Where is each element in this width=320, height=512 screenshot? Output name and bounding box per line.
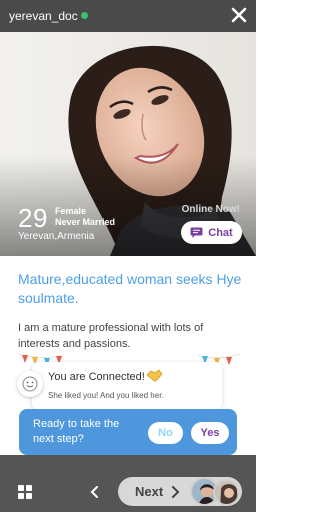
next-step-prompt: Ready to take the next step? No Yes (19, 409, 237, 455)
no-button[interactable]: No (148, 422, 183, 444)
grid-icon[interactable] (18, 485, 32, 499)
chat-bubble-icon (190, 227, 203, 238)
smiley-avatar-icon (17, 371, 43, 397)
profile-gender: Female (55, 206, 87, 216)
top-bar: yerevan_doc (0, 0, 256, 32)
profile-age: 29 (18, 203, 48, 233)
yes-button[interactable]: Yes (191, 422, 229, 444)
close-icon[interactable] (230, 6, 248, 24)
next-profile-thumbnail-2[interactable] (213, 479, 240, 506)
next-step-question: Ready to take the next step? (33, 418, 120, 445)
username: yerevan_doc (9, 9, 78, 23)
online-status-label: Online Now! (181, 204, 240, 215)
handshake-icon (146, 369, 163, 382)
match-subtitle: She liked you! And you liked her. (48, 391, 164, 400)
chat-button-label: Chat (208, 226, 233, 239)
profile-marital-status: Never Married (55, 217, 116, 227)
chevron-right-icon (172, 486, 180, 498)
online-status-dot (81, 12, 88, 19)
match-notification-card[interactable]: You are Connected! She liked you! And yo… (32, 362, 222, 410)
profile-headline: Mature,educated woman seeks Hye soulmate… (18, 271, 242, 306)
chat-button[interactable]: Chat (181, 221, 242, 244)
match-title: You are Connected! (48, 371, 145, 383)
profile-location: Yerevan,Armenia (18, 231, 95, 242)
chevron-left-icon[interactable] (90, 486, 100, 498)
next-button-label: Next (135, 484, 164, 499)
profile-description: I am a mature professional with lots of … (18, 322, 204, 350)
